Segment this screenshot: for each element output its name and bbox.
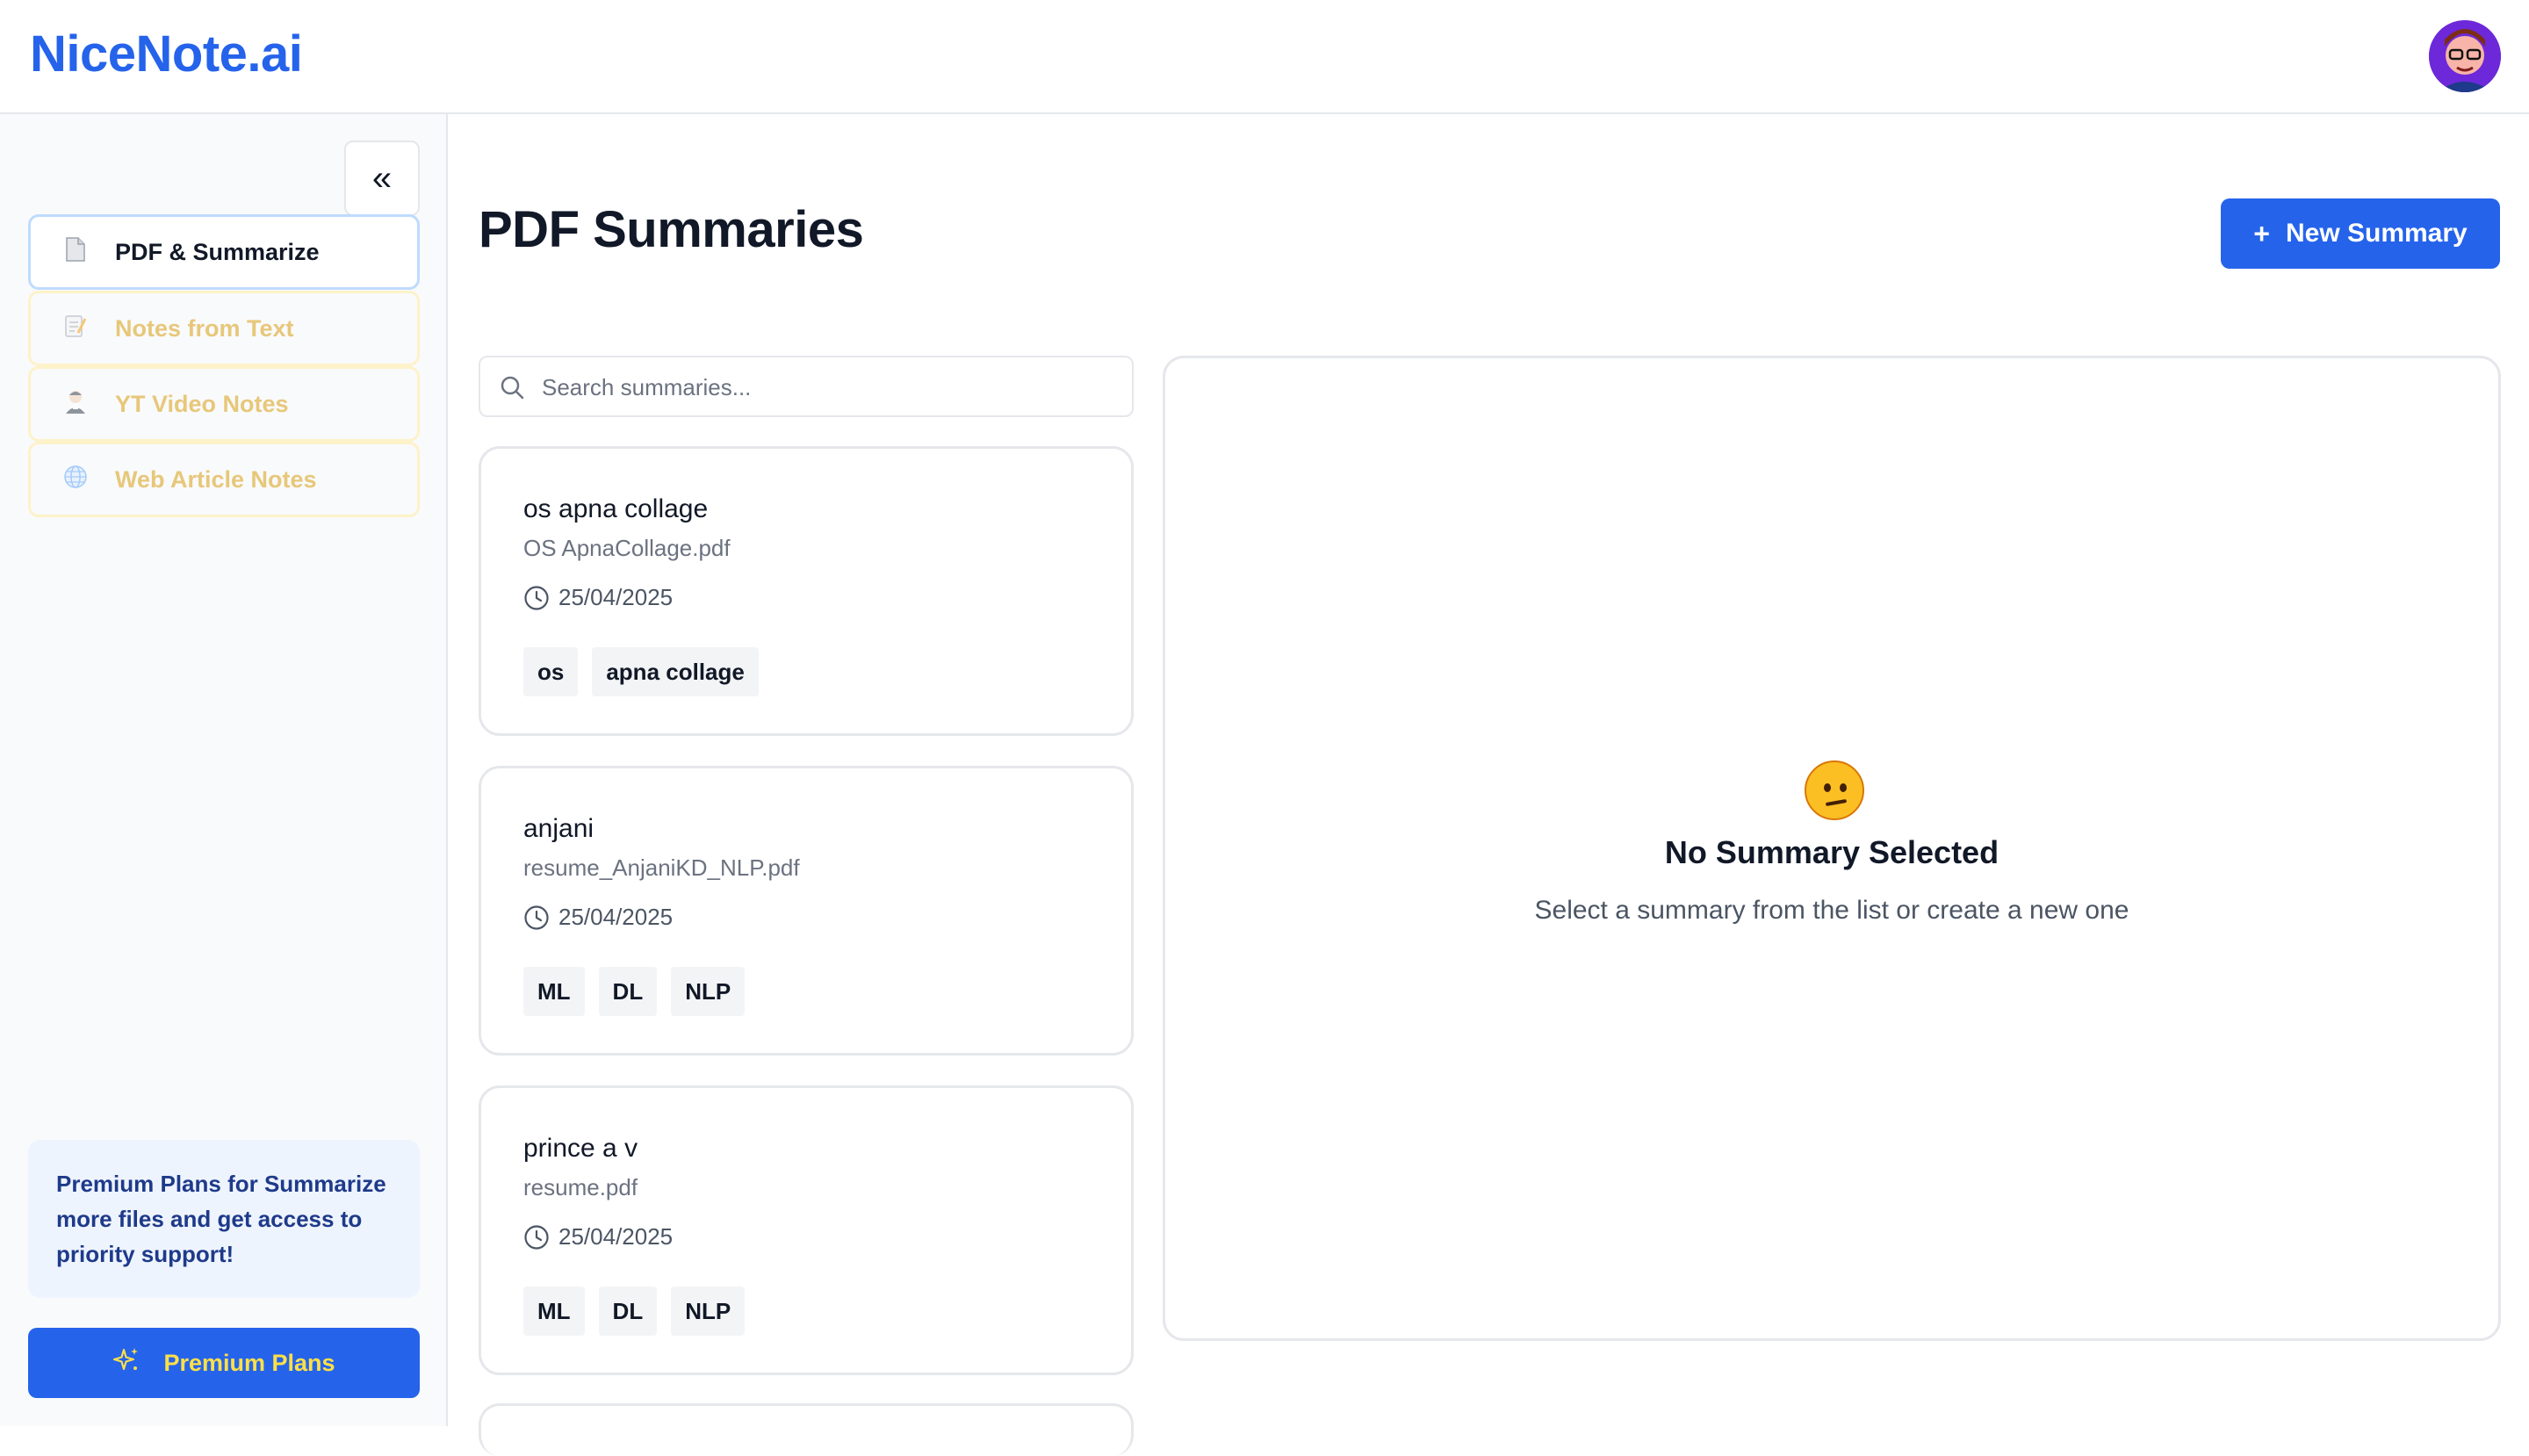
summary-card[interactable]: os apna collage OS ApnaCollage.pdf 25/04… [479, 446, 1134, 736]
summary-tags: ML DL NLP [523, 967, 746, 1016]
sidebar: « PDF & Summarize Notes from Text YT Vid… [0, 114, 448, 1426]
search-box [479, 356, 1134, 417]
summary-title: os apna collage [523, 494, 709, 523]
summary-title: anjani [523, 814, 594, 843]
summary-date-text: 25/04/2025 [558, 904, 674, 930]
summary-date: 25/04/2025 [523, 904, 673, 931]
sidebar-item-label: PDF & Summarize [115, 238, 320, 265]
premium-promo: Premium Plans for Summarize more files a… [28, 1140, 420, 1298]
sidebar-item-label: Web Article Notes [115, 465, 317, 493]
tag[interactable]: apna collage [592, 647, 759, 696]
new-summary-button[interactable]: + New Summary [2221, 198, 2500, 269]
confused-face-icon [1805, 760, 1864, 820]
globe-icon [62, 465, 89, 495]
page-title: PDF Summaries [479, 201, 864, 258]
clock-icon [524, 905, 549, 930]
summary-title: prince a v [523, 1134, 638, 1163]
summary-date-text: 25/04/2025 [558, 584, 674, 610]
summary-filename: resume_AnjaniKD_NLP.pdf [523, 854, 800, 881]
summary-card[interactable]: anjani resume_AnjaniKD_NLP.pdf 25/04/202… [479, 766, 1134, 1056]
sidebar-item-notes-from-text[interactable]: Notes from Text [28, 291, 420, 366]
summary-card[interactable]: prince a v resume.pdf 25/04/2025 ML DL N… [479, 1085, 1134, 1375]
search-icon [501, 376, 524, 400]
premium-plans-label: Premium Plans [163, 1349, 335, 1376]
collapse-sidebar-button[interactable]: « [344, 141, 420, 216]
document-icon [62, 236, 89, 268]
sidebar-item-pdf-summarize[interactable]: PDF & Summarize [28, 214, 420, 290]
tag[interactable]: NLP [671, 967, 746, 1016]
tag[interactable]: DL [598, 967, 658, 1016]
user-avatar[interactable] [2429, 20, 2501, 92]
sidebar-item-label: Notes from Text [115, 314, 294, 342]
summary-detail-panel: No Summary Selected Select a summary fro… [1163, 356, 2501, 1341]
sidebar-item-web-article-notes[interactable]: Web Article Notes [28, 442, 420, 517]
clock-icon [524, 1224, 549, 1250]
app-logo[interactable]: NiceNote.ai [30, 25, 303, 83]
tag[interactable]: os [523, 647, 579, 696]
tag[interactable]: NLP [671, 1287, 746, 1336]
summary-date: 25/04/2025 [523, 1223, 673, 1251]
sidebar-item-label: YT Video Notes [115, 390, 289, 417]
tag[interactable]: DL [598, 1287, 658, 1336]
premium-plans-button[interactable]: Premium Plans [28, 1328, 420, 1398]
double-chevron-left-icon: « [371, 158, 393, 198]
top-bar: NiceNote.ai [0, 0, 2529, 114]
empty-state-subtitle: Select a summary from the list or create… [1534, 896, 2129, 925]
avatar-image [2429, 20, 2501, 92]
tag[interactable]: ML [523, 967, 585, 1016]
summary-card[interactable] [479, 1403, 1134, 1456]
summary-filename: OS ApnaCollage.pdf [523, 535, 731, 561]
empty-state-title: No Summary Selected [1664, 834, 1999, 870]
sidebar-item-yt-video-notes[interactable]: YT Video Notes [28, 366, 420, 442]
summary-tags: ML DL NLP [523, 1287, 746, 1336]
sparkles-icon [112, 1346, 140, 1380]
tag[interactable]: ML [523, 1287, 585, 1336]
summary-tags: os apna collage [523, 647, 759, 696]
memo-icon [62, 314, 89, 344]
search-input[interactable] [542, 366, 1113, 408]
summary-date-text: 25/04/2025 [558, 1223, 674, 1250]
summary-date: 25/04/2025 [523, 584, 673, 611]
summary-filename: resume.pdf [523, 1174, 638, 1200]
teacher-icon [62, 389, 89, 420]
new-summary-label: New Summary [2285, 219, 2468, 248]
clock-icon [524, 585, 549, 610]
plus-icon: + [2253, 217, 2270, 249]
